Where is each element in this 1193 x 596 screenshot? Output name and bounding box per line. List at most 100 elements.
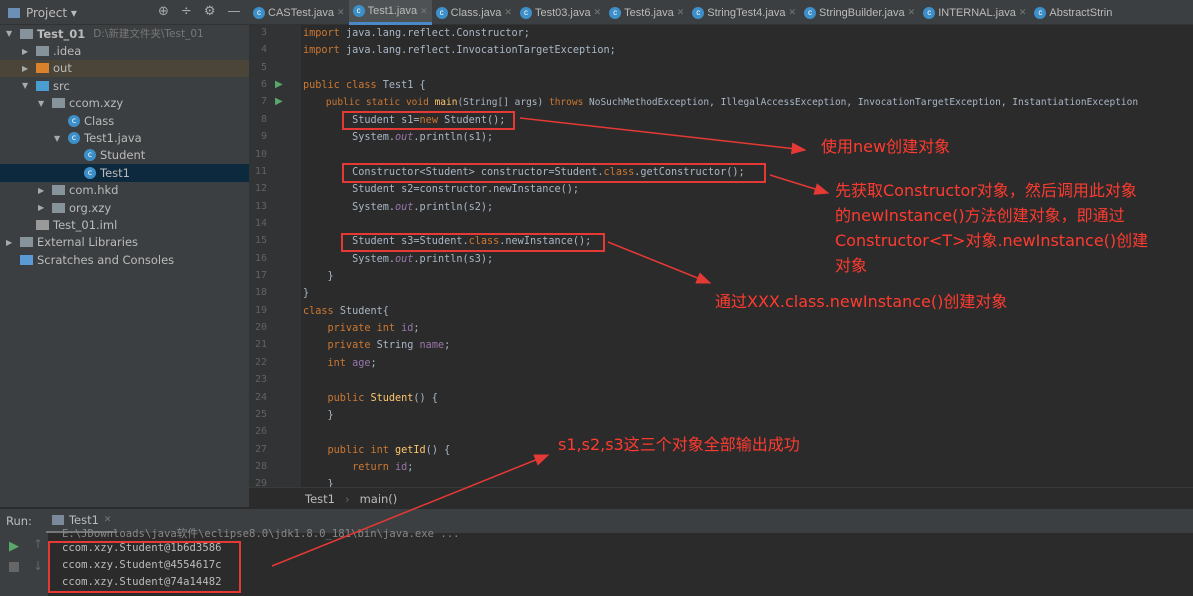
module-icon: [20, 28, 33, 39]
folder-icon: [36, 46, 49, 57]
code-token: System.: [303, 253, 396, 265]
tree-item[interactable]: c Test1: [0, 164, 249, 182]
close-icon[interactable]: ✕: [337, 7, 345, 18]
tab-stringbuilder-java[interactable]: c StringBuilder.java ✕: [800, 0, 919, 25]
expand-arrow-icon[interactable]: ▶: [38, 203, 48, 212]
tree-item[interactable]: ▶ org.xzy: [0, 199, 249, 216]
code-line: Student s2=constructor.newInstance();: [303, 181, 579, 198]
code-token: ;: [407, 462, 414, 473]
tree-item[interactable]: c Student: [0, 147, 249, 164]
tab-internal-java[interactable]: c INTERNAL.java ✕: [919, 0, 1030, 25]
code-token: java.lang.reflect.InvocationTargetExcept…: [345, 45, 616, 57]
code-token: Test1 {: [382, 80, 426, 92]
down-icon[interactable]: ↓: [33, 559, 43, 573]
class-icon: c: [84, 149, 96, 162]
line-number: 23: [254, 374, 267, 386]
highlight-box-class-newinstance: [341, 233, 605, 252]
project-header[interactable]: Project ▾ ⊕ ÷ ⚙ —: [0, 0, 249, 25]
tab-test1-java[interactable]: c Test1.java ✕: [348, 0, 432, 25]
rerun-icon[interactable]: ▶: [9, 539, 19, 554]
up-icon[interactable]: ↑: [33, 537, 43, 551]
package-icon: [52, 185, 65, 196]
tab-class-java[interactable]: c Class.java ✕: [432, 0, 516, 25]
close-icon[interactable]: ✕: [1019, 7, 1027, 18]
line-number: 10: [254, 148, 267, 160]
breadcrumb-method[interactable]: main(): [360, 492, 398, 506]
line-number: 21: [254, 339, 267, 351]
tab-abstractstrin[interactable]: c AbstractStrin: [1030, 0, 1116, 25]
line-number: 13: [254, 200, 267, 212]
expand-arrow-icon[interactable]: ▶: [22, 64, 32, 73]
tab-test03-java[interactable]: c Test03.java ✕: [516, 0, 605, 25]
code-token: .println(s1);: [413, 132, 494, 144]
close-icon[interactable]: ✕: [789, 7, 797, 18]
run-gutter-icon[interactable]: ▶: [275, 96, 283, 107]
tree-item[interactable]: ▼ src: [0, 77, 249, 94]
line-number: 3: [260, 27, 267, 38]
gear-icon[interactable]: ⚙: [204, 4, 216, 19]
line-number: 5: [260, 61, 267, 73]
code-token: Student: [370, 392, 414, 404]
tree-item[interactable]: ▼ c Test1.java: [0, 129, 249, 146]
code-line: }: [303, 285, 309, 302]
java-class-icon: c: [352, 5, 365, 17]
code-token: ;: [413, 323, 420, 335]
tab-stringtest4-java[interactable]: c StringTest4.java ✕: [688, 0, 800, 25]
close-icon[interactable]: ✕: [104, 515, 112, 525]
tree-item[interactable]: ▶ com.hkd: [0, 182, 249, 199]
tab-castest-java[interactable]: c CASTest.java ✕: [249, 0, 349, 25]
tree-item[interactable]: ▼ ccom.xzy: [0, 95, 249, 112]
expand-arrow-icon[interactable]: ▶: [22, 47, 32, 56]
run-gutter-icon[interactable]: ▶: [275, 79, 283, 90]
line-number: 15: [254, 235, 267, 247]
tree-item[interactable]: ▶ out: [0, 59, 249, 78]
locate-icon[interactable]: ⊕: [158, 4, 169, 19]
stop-icon[interactable]: [9, 562, 19, 572]
expand-arrow-icon[interactable]: ▶: [38, 186, 48, 195]
tree-item[interactable]: Scratches and Consoles: [0, 251, 249, 268]
code-line: public class Test1 {: [303, 77, 426, 94]
class-icon: c: [84, 166, 96, 179]
code-token: java.lang.reflect.Constructor;: [345, 28, 530, 39]
tree-item[interactable]: ▶ .idea: [0, 42, 249, 59]
tree-item[interactable]: c Class: [0, 112, 249, 129]
tree-item[interactable]: Test_01.iml: [0, 216, 249, 233]
code-token: out: [395, 253, 414, 265]
java-class-icon: c: [1034, 6, 1047, 19]
package-icon: [52, 98, 65, 109]
expand-arrow-icon[interactable]: ▼: [38, 99, 48, 108]
java-class-icon: c: [519, 6, 532, 19]
line-number: 19: [254, 304, 267, 316]
tree-item[interactable]: ▶ External Libraries: [0, 234, 249, 251]
close-icon[interactable]: ✕: [420, 6, 428, 17]
close-icon[interactable]: ✕: [677, 7, 685, 18]
breadcrumb-class[interactable]: Test1: [305, 492, 335, 506]
minimize-icon[interactable]: —: [227, 4, 240, 19]
close-icon[interactable]: ✕: [594, 7, 602, 18]
tab-label: Test1.java: [367, 5, 418, 17]
tab-test6-java[interactable]: c Test6.java ✕: [605, 0, 688, 25]
close-icon[interactable]: ✕: [504, 7, 512, 18]
close-icon[interactable]: ✕: [908, 7, 916, 18]
top-bar: Project ▾ ⊕ ÷ ⚙ — c CASTest.java ✕ c Test1.j…: [0, 0, 1193, 25]
tree-item[interactable]: ▼ Test_01 D:\新建文件夹\Test_01: [0, 25, 249, 42]
expand-arrow-icon[interactable]: ▼: [54, 134, 64, 143]
tree-item-label: Test_01.iml: [53, 217, 118, 232]
tab-label: INTERNAL.java: [938, 6, 1016, 19]
tree-item-label: External Libraries: [37, 235, 139, 250]
project-dropdown[interactable]: Project ▾: [26, 6, 77, 20]
code-line: return id;: [303, 459, 413, 476]
expand-arrow-icon[interactable]: ▼: [6, 29, 16, 38]
expand-arrow-icon[interactable]: ▼: [22, 81, 32, 90]
tree-item-label: org.xzy: [69, 200, 112, 215]
scratch-icon: [20, 254, 33, 265]
expand-arrow-icon[interactable]: ▶: [6, 238, 16, 247]
package-icon: [52, 202, 65, 213]
java-class-icon: c: [253, 6, 265, 19]
code-token: private: [303, 340, 377, 352]
collapse-icon[interactable]: ÷: [181, 4, 192, 19]
code-token: Student s2=constructor.newInstance();: [303, 184, 580, 196]
tree-item-label: Test_01: [37, 26, 86, 41]
tree-item-label: com.hkd: [69, 183, 119, 198]
code-line: System.out.println(s1);: [303, 129, 493, 146]
